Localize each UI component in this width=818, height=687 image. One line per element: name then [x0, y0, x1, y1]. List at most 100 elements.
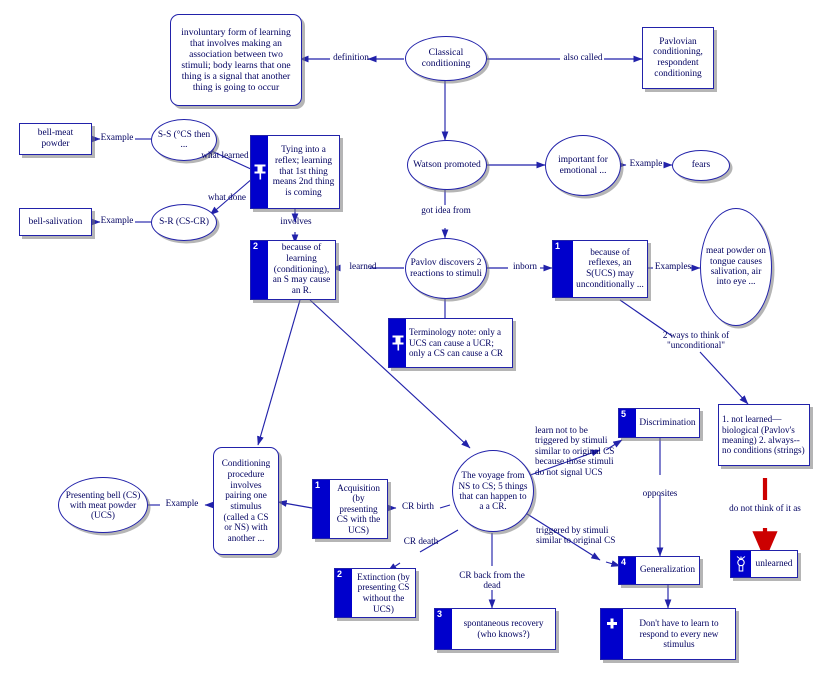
node-spontaneous-recovery-stripe: 3 [435, 609, 452, 649]
edge-label-involves: involves [280, 216, 312, 226]
node-generalization-body: Generalization [636, 557, 699, 584]
node-spontaneous-recovery-text: spontaneous recovery (who knows?) [463, 618, 544, 639]
node-generalization-number: 4 [621, 557, 627, 567]
edge-label-inborn: inborn [513, 261, 537, 271]
edge-label-example-3: Example [629, 158, 663, 168]
edge-label-got-idea-from: got idea from [421, 205, 471, 215]
node-extinction-stripe: 2 [335, 569, 352, 617]
edge-label-learned: learned [349, 261, 377, 271]
node-acquisition[interactable]: 1 Acquisition (by presenting CS with the… [312, 479, 388, 539]
node-generalization-stripe: 4 [619, 557, 636, 584]
edge-label-example-2: Example [100, 215, 134, 225]
node-pavlovian-conditioning[interactable]: Pavlovian conditioning, respondent condi… [642, 27, 714, 89]
edge-label-do-not-think: do not think of it as [729, 503, 801, 513]
node-extinction[interactable]: 2 Extinction (by presenting CS without t… [334, 568, 416, 618]
edge-label-definition: definition [333, 52, 369, 62]
node-definition[interactable]: involuntary form of learning that involv… [170, 14, 302, 106]
node-important-emotional[interactable]: important for emotional ... [545, 135, 621, 196]
node-spontaneous-recovery-body: spontaneous recovery (who knows?) [452, 609, 555, 649]
node-s-s-text: S-S (°CS then ... [157, 129, 211, 150]
edge-label-also-called: also called [563, 52, 603, 62]
node-conditioning-procedure[interactable]: Conditioning procedure involves pairing … [213, 447, 279, 555]
node-because-of-reflexes-number: 1 [555, 241, 561, 251]
node-acquisition-body: Acquisition (by presenting CS with the U… [330, 480, 387, 538]
node-discrimination-text: Discrimination [639, 417, 696, 428]
node-watson[interactable]: Watson promoted [407, 140, 487, 190]
node-dont-have-to-learn-stripe [601, 609, 623, 659]
node-because-of-learning-stripe: 2 [251, 241, 268, 299]
node-because-of-learning-text: because of learning (conditioning), an S… [272, 243, 331, 297]
node-pavlov[interactable]: Pavlov discovers 2 reactions to stimuli [405, 238, 487, 299]
pin-icon [392, 335, 403, 351]
node-bell-meat-powder-text: bell-meat powder [37, 128, 74, 149]
node-terminology-note-body: Terminology note: only a UCS can cause a… [406, 319, 512, 367]
edge-label-cr-back: CR back from the dead [459, 570, 525, 591]
node-discrimination[interactable]: 5 Discrimination [618, 408, 700, 438]
edge-label-what-done: what done [207, 192, 246, 202]
pin-icon [254, 164, 265, 180]
node-classical-conditioning[interactable]: Classical conditioning [405, 36, 487, 81]
node-two-ways-meaning[interactable]: 1. not learned—biological (Pavlov's mean… [718, 404, 810, 466]
node-because-of-reflexes-body: because of reflexes, an S(UCS) may uncon… [573, 241, 647, 297]
node-pavlovian-conditioning-text: Pavlovian conditioning, respondent condi… [653, 36, 703, 79]
node-voyage-text: The voyage from NS to CS; 5 things that … [458, 470, 528, 512]
node-acquisition-number: 1 [315, 480, 321, 490]
node-acquisition-stripe: 1 [313, 480, 330, 538]
node-fears[interactable]: fears [672, 150, 730, 181]
node-because-of-reflexes-stripe: 1 [553, 241, 573, 297]
node-terminology-note[interactable]: Terminology note: only a UCS can cause a… [388, 318, 513, 368]
node-spontaneous-recovery-number: 3 [437, 609, 443, 619]
node-reflex-note-body: Tying into a reflex; learning that 1st t… [268, 136, 339, 208]
node-definition-text: involuntary form of learning that involv… [181, 26, 291, 94]
node-because-of-learning[interactable]: 2 because of learning (conditioning), an… [250, 240, 336, 300]
node-dont-have-to-learn[interactable]: Don't have to learn to respond to every … [600, 608, 736, 660]
edge-label-two-ways: 2 ways to think of "unconditional" [662, 330, 730, 351]
node-presenting-bell-text: Presenting bell (CS) with meat powder (U… [65, 489, 141, 521]
edge-label-learn-not-triggered: learn not to be triggered by stimuli sim… [535, 425, 615, 477]
node-voyage[interactable]: The voyage from NS to CS; 5 things that … [452, 450, 534, 532]
node-unlearned-stripe [731, 551, 751, 577]
node-fears-text: fears [691, 160, 711, 171]
edge-label-example-1: Example [100, 132, 134, 142]
node-acquisition-text: Acquisition (by presenting CS with the U… [336, 482, 381, 535]
node-classical-conditioning-text: Classical conditioning [421, 46, 471, 69]
bulb-icon [736, 556, 746, 572]
node-because-of-reflexes-text: because of reflexes, an S(UCS) may uncon… [576, 247, 644, 290]
plus-icon [607, 618, 617, 629]
node-terminology-note-text: Terminology note: only a UCS can cause a… [409, 327, 503, 359]
node-meat-powder[interactable]: meat powder on tongue causes salivation,… [700, 208, 772, 326]
node-dont-have-to-learn-text: Don't have to learn to respond to every … [639, 618, 719, 650]
node-meat-powder-text: meat powder on tongue causes salivation,… [706, 246, 766, 288]
edge-label-triggered: triggered by stimuli similar to original… [536, 525, 616, 546]
node-bell-salivation[interactable]: bell-salivation [19, 208, 92, 236]
node-unlearned-body: unlearned [751, 551, 797, 577]
node-because-of-reflexes[interactable]: 1 because of reflexes, an S(UCS) may unc… [552, 240, 648, 298]
node-extinction-text: Extinction (by presenting CS without the… [357, 571, 410, 614]
node-bell-salivation-text: bell-salivation [28, 216, 83, 227]
node-pavlov-text: Pavlov discovers 2 reactions to stimuli [410, 257, 482, 279]
edge-label-what-learned: what learned [201, 150, 249, 160]
node-reflex-note-stripe [251, 136, 268, 208]
node-reflex-note-text: Tying into a reflex; learning that 1st t… [272, 145, 335, 199]
node-discrimination-number: 5 [621, 409, 627, 419]
node-terminology-note-stripe [389, 319, 406, 367]
node-s-r[interactable]: S-R (CS-CR) [151, 204, 217, 241]
node-unlearned[interactable]: unlearned [730, 550, 798, 578]
node-important-emotional-text: important for emotional ... [558, 154, 608, 176]
node-discrimination-stripe: 5 [619, 409, 636, 437]
edge-label-cr-birth: CR birth [402, 501, 434, 511]
node-discrimination-body: Discrimination [636, 409, 699, 437]
node-reflex-note[interactable]: Tying into a reflex; learning that 1st t… [250, 135, 340, 209]
node-bell-meat-powder[interactable]: bell-meat powder [19, 123, 92, 155]
edge-label-examples: Examples [654, 261, 692, 271]
node-because-of-learning-number: 2 [253, 241, 259, 251]
edge-label-example-4: Example [165, 498, 199, 508]
node-because-of-learning-body: because of learning (conditioning), an S… [268, 241, 335, 299]
node-two-ways-meaning-text: 1. not learned—biological (Pavlov's mean… [722, 414, 805, 456]
node-generalization[interactable]: 4 Generalization [618, 556, 700, 585]
node-extinction-body: Extinction (by presenting CS without the… [352, 569, 415, 617]
node-dont-have-to-learn-body: Don't have to learn to respond to every … [623, 609, 735, 659]
node-spontaneous-recovery[interactable]: 3 spontaneous recovery (who knows?) [434, 608, 556, 650]
concept-map-canvas: involuntary form of learning that involv… [0, 0, 818, 687]
node-presenting-bell[interactable]: Presenting bell (CS) with meat powder (U… [58, 477, 148, 533]
